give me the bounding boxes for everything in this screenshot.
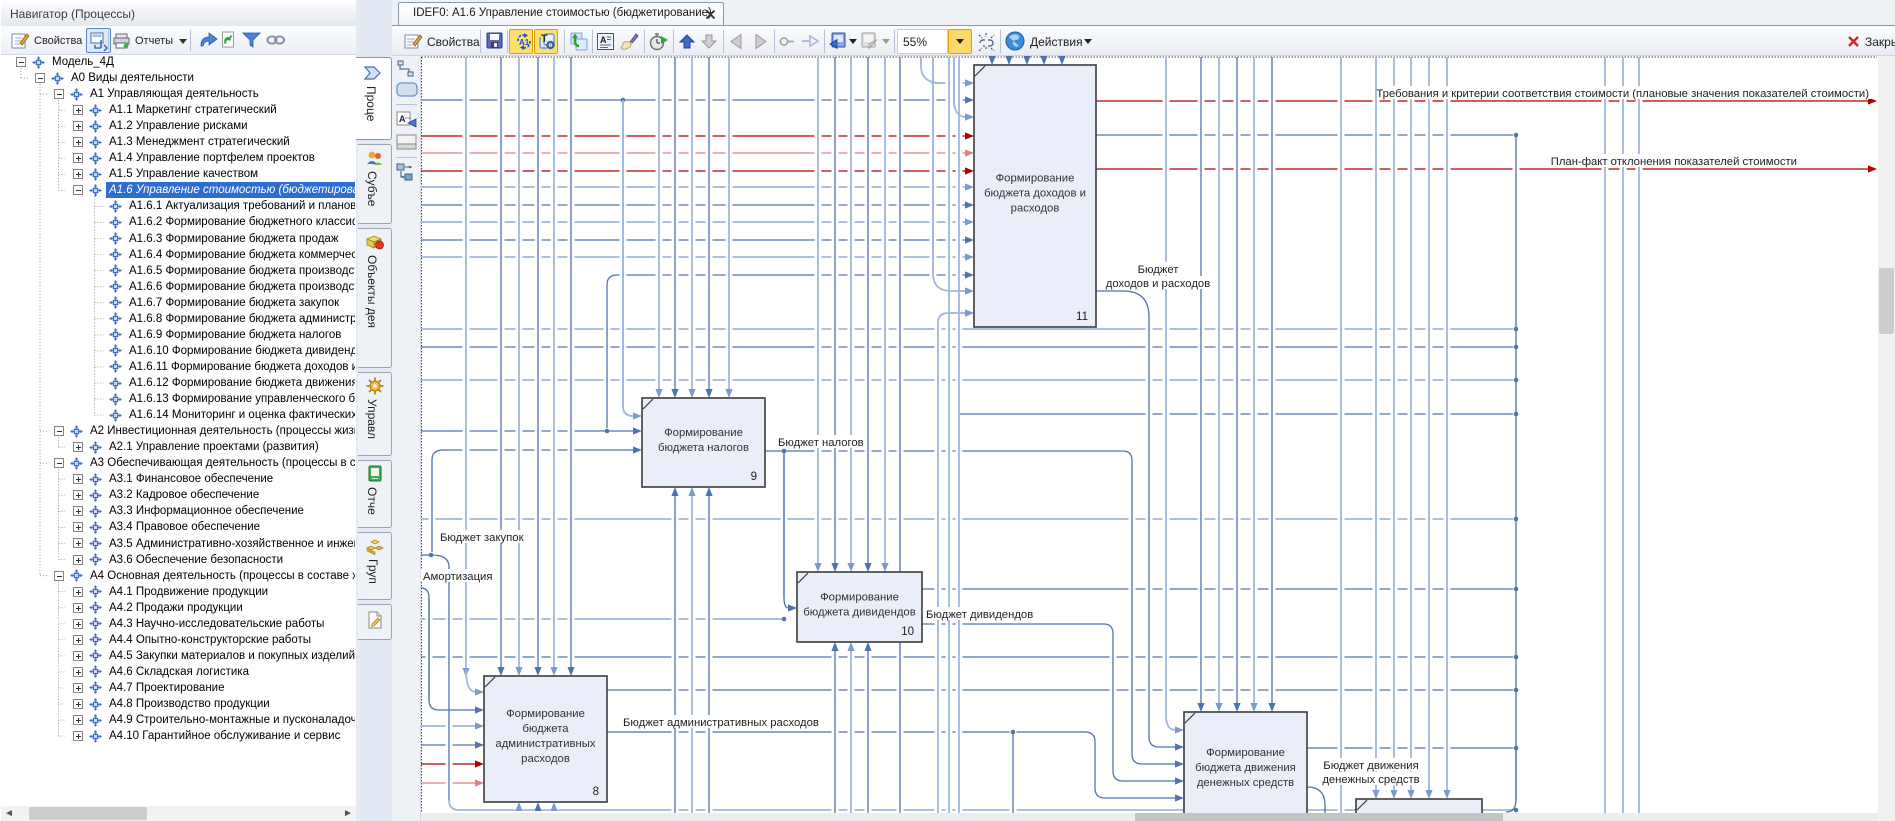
svg-text:Амортизация: Амортизация <box>423 571 492 583</box>
svg-text:10: 10 <box>901 626 914 638</box>
svg-text:План-факт отклонения показател: План-факт отклонения показателей стоимос… <box>1551 156 1797 168</box>
svg-text:расходов: расходов <box>1011 203 1060 215</box>
svg-text:бюджета доходов и: бюджета доходов и <box>984 188 1086 200</box>
svg-text:Формирование: Формирование <box>506 708 585 720</box>
svg-text:Формирование: Формирование <box>996 173 1075 185</box>
svg-text:Требования и критерии соответс: Требования и критерии соответствия стоим… <box>1376 88 1869 100</box>
svg-text:бюджета дивидендов: бюджета дивидендов <box>803 606 915 618</box>
svg-text:Бюджет закупок: Бюджет закупок <box>440 532 524 544</box>
svg-text:Формирование: Формирование <box>1206 747 1285 759</box>
svg-text:денежных средств: денежных средств <box>1322 774 1419 786</box>
svg-text:бюджета налогов: бюджета налогов <box>658 442 749 454</box>
svg-text:бюджета: бюджета <box>522 723 569 735</box>
svg-text:A: A <box>399 114 406 124</box>
svg-text:Бюджет движения: Бюджет движения <box>1323 760 1418 772</box>
svg-text:расходов: расходов <box>521 753 570 765</box>
svg-text:доходов и расходов: доходов и расходов <box>1106 278 1210 290</box>
svg-text:9: 9 <box>751 471 757 483</box>
svg-text:Формирование: Формирование <box>820 591 899 603</box>
svg-text:А1: А1 <box>519 38 530 47</box>
svg-text:A: A <box>600 35 607 45</box>
svg-text:Бюджет административных расход: Бюджет административных расходов <box>623 717 819 729</box>
svg-text:бюджета движения: бюджета движения <box>1195 762 1296 774</box>
svg-text:денежных средств: денежных средств <box>1197 777 1294 789</box>
svg-text:Бюджет: Бюджет <box>1138 264 1179 276</box>
svg-text:8: 8 <box>593 786 599 798</box>
svg-text:административных: административных <box>495 738 595 750</box>
svg-text:Формирование: Формирование <box>664 427 743 439</box>
svg-text:Бюджет налогов: Бюджет налогов <box>778 437 864 449</box>
svg-text:Бюджет дивидендов: Бюджет дивидендов <box>926 609 1033 621</box>
svg-text:11: 11 <box>1076 311 1088 323</box>
